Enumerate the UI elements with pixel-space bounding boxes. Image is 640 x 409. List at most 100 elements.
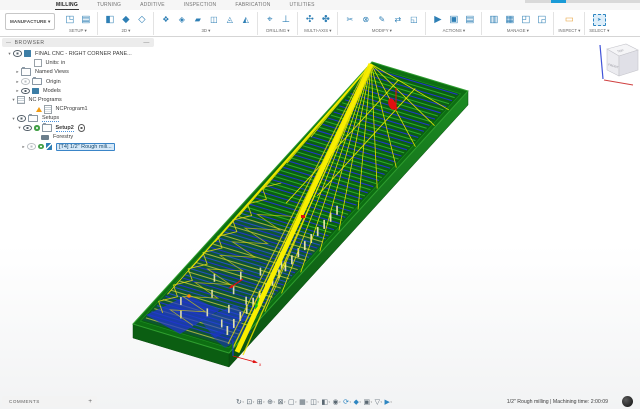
adaptive-clearing-icon[interactable]: ❖	[158, 13, 173, 27]
post-process-icon[interactable]: ▣	[446, 13, 461, 27]
group-label[interactable]: MULTI-AXIS ▾	[304, 28, 331, 34]
dropdown-arrow-icon[interactable]: ▾	[371, 400, 373, 404]
new-setup-icon[interactable]: ◳	[62, 13, 77, 27]
scallop-icon[interactable]: ◬	[222, 13, 237, 27]
capture-image-icon[interactable]: ▣▾	[363, 399, 372, 406]
visibility-eye-icon[interactable]	[23, 125, 32, 132]
setup-sheet-icon[interactable]: ▤	[462, 13, 477, 27]
tree-row-label[interactable]: NC Programs	[29, 97, 62, 103]
tab-fabrication[interactable]: FABRICATION	[234, 0, 271, 10]
tree-row-label[interactable]: FINAL CNC - RIGHT CORNER PANE...	[35, 51, 132, 57]
object-visibility-icon[interactable]: ◉▾	[333, 399, 341, 406]
dropdown-arrow-icon[interactable]: ▾	[306, 400, 308, 404]
refresh-icon[interactable]: ⟳▾	[343, 399, 351, 406]
edit-toolpath-icon[interactable]: ✎	[374, 13, 389, 27]
grid-display-icon[interactable]: ▦▾	[299, 399, 308, 406]
tool-library-icon[interactable]: ▥	[486, 13, 501, 27]
orbit-icon[interactable]: ↻▾	[236, 399, 244, 406]
expand-arrow-icon[interactable]: ▾	[6, 51, 13, 57]
folder-manage-icon[interactable]: ◲	[534, 13, 549, 27]
tab-utilities[interactable]: UTILITIES	[289, 0, 316, 10]
dropdown-arrow-icon[interactable]: ▾	[350, 400, 352, 404]
tree-row-units-in[interactable]: Units: in	[2, 58, 154, 67]
comments-bar[interactable]: COMMENTS +	[2, 396, 97, 407]
drill-icon[interactable]: ⌖	[262, 13, 277, 27]
tree-row-setups[interactable]: ▾Setups	[2, 114, 154, 123]
group-label[interactable]: 3D ▾	[201, 28, 210, 34]
tree-row-label[interactable]: [T4] 1/2" Rough mili...	[56, 143, 115, 151]
visibility-eye-icon[interactable]	[21, 88, 30, 95]
group-label[interactable]: MODIFY ▾	[372, 28, 392, 34]
zoom-icon[interactable]: ⊕▾	[267, 399, 275, 406]
parallel-icon[interactable]: ▰	[190, 13, 205, 27]
tree-row-nc-programs[interactable]: ▾NC Programs	[2, 95, 154, 104]
group-label[interactable]: 2D ▾	[121, 28, 130, 34]
group-label[interactable]: DRILLING ▾	[266, 28, 289, 34]
visibility-eye-icon[interactable]	[17, 115, 26, 122]
tab-inspection[interactable]: INSPECTION	[183, 0, 218, 10]
2d-contour-icon[interactable]: ◇	[134, 13, 149, 27]
dropdown-arrow-icon[interactable]: ▾	[380, 400, 382, 404]
bore-icon[interactable]: ⊥	[278, 13, 293, 27]
browser-header[interactable]: — BROWSER —	[2, 38, 154, 47]
select-icon[interactable]: ➤	[593, 14, 606, 26]
display-settings-icon[interactable]: ▢▾	[288, 399, 297, 406]
tree-row-origin[interactable]: ▸Origin	[2, 77, 154, 86]
tree-row-label[interactable]: NCProgram1	[56, 106, 88, 112]
dropdown-arrow-icon[interactable]: ▾	[359, 400, 361, 404]
expand-arrow-icon[interactable]: ▾	[16, 125, 23, 131]
tree-row-final-cnc-right-corner-p[interactable]: ▾ FINAL CNC - RIGHT CORNER PANE...	[2, 49, 154, 58]
swarf-icon[interactable]: ✣	[302, 13, 317, 27]
dropdown-arrow-icon[interactable]: ▾	[242, 400, 244, 404]
panel-minimize-button[interactable]: —	[143, 41, 150, 45]
view-cube[interactable]: TOPFRONT	[607, 44, 638, 76]
expand-arrow-icon[interactable]: ▸	[14, 69, 21, 75]
visibility-eye-icon[interactable]	[13, 50, 22, 57]
tab-turning[interactable]: TURNING	[96, 0, 122, 10]
spiral-icon[interactable]: ◭	[238, 13, 253, 27]
tree-row-label[interactable]: Units: in	[46, 60, 66, 66]
pan-icon[interactable]: ⊞▾	[257, 399, 265, 406]
group-label[interactable]: INSPECT ▾	[558, 28, 580, 34]
tab-scroll-thumb[interactable]	[551, 0, 566, 3]
trim-toolpath-icon[interactable]: ✂	[342, 13, 357, 27]
tree-row-label[interactable]: Named Views	[35, 69, 69, 75]
dropdown-arrow-icon[interactable]: ▾	[317, 400, 319, 404]
viewports-icon[interactable]: ◫▾	[310, 399, 319, 406]
group-label[interactable]: MANAGE ▾	[507, 28, 529, 34]
group-label[interactable]: ACTIONS ▾	[443, 28, 465, 34]
tree-row-models[interactable]: ▸Models	[2, 86, 154, 95]
tree-row-label[interactable]: Setup2	[56, 125, 74, 132]
dropdown-arrow-icon[interactable]: ▾	[284, 400, 286, 404]
look-at-icon[interactable]: ⊡▾	[246, 399, 254, 406]
dropdown-arrow-icon[interactable]: ▾	[339, 400, 341, 404]
add-comment-button[interactable]: +	[88, 398, 97, 405]
tree-row-forestry[interactable]: Forestry	[2, 133, 154, 142]
tree-row-label[interactable]: Forestry	[53, 134, 73, 140]
stock-icon[interactable]: ▤	[78, 13, 93, 27]
tree-row-setup2[interactable]: ▾ Setup2	[2, 123, 154, 132]
workspace-selector[interactable]: MANUFACTURE ▾	[5, 13, 55, 30]
dropdown-arrow-icon[interactable]: ▾	[295, 400, 297, 404]
2d-pocket-icon[interactable]: ◆	[118, 13, 133, 27]
active-setup-radio[interactable]	[78, 124, 86, 132]
tree-row-label[interactable]: Models	[43, 88, 61, 94]
simulate-icon[interactable]: ▶	[430, 13, 445, 27]
visibility-eye-icon[interactable]	[21, 78, 30, 85]
tab-milling[interactable]: MILLING	[55, 0, 79, 10]
tree-row-label[interactable]: Setups	[42, 115, 59, 122]
pocket-clearing-icon[interactable]: ◈	[174, 13, 189, 27]
group-label[interactable]: SETUP ▾	[69, 28, 87, 34]
delete-toolpath-icon[interactable]: ⊗	[358, 13, 373, 27]
tree-row--t4-1-2-rough-mili-[interactable]: ▸[T4] 1/2" Rough mili...	[2, 142, 154, 151]
face-milling-icon[interactable]: ◧	[102, 13, 117, 27]
job-status-badge[interactable]	[622, 396, 633, 407]
dropdown-arrow-icon[interactable]: ▾	[253, 400, 255, 404]
multiaxis-contour-icon[interactable]: ✤	[318, 13, 333, 27]
template-library-icon[interactable]: ◰	[518, 13, 533, 27]
dropdown-arrow-icon[interactable]: ▾	[263, 400, 265, 404]
group-label[interactable]: SELECT ▾	[589, 28, 609, 34]
selection-filter-icon[interactable]: ▽▾	[375, 399, 382, 406]
measure-icon[interactable]: ▭	[562, 13, 577, 27]
tab-additive[interactable]: ADDITIVE	[139, 0, 166, 10]
